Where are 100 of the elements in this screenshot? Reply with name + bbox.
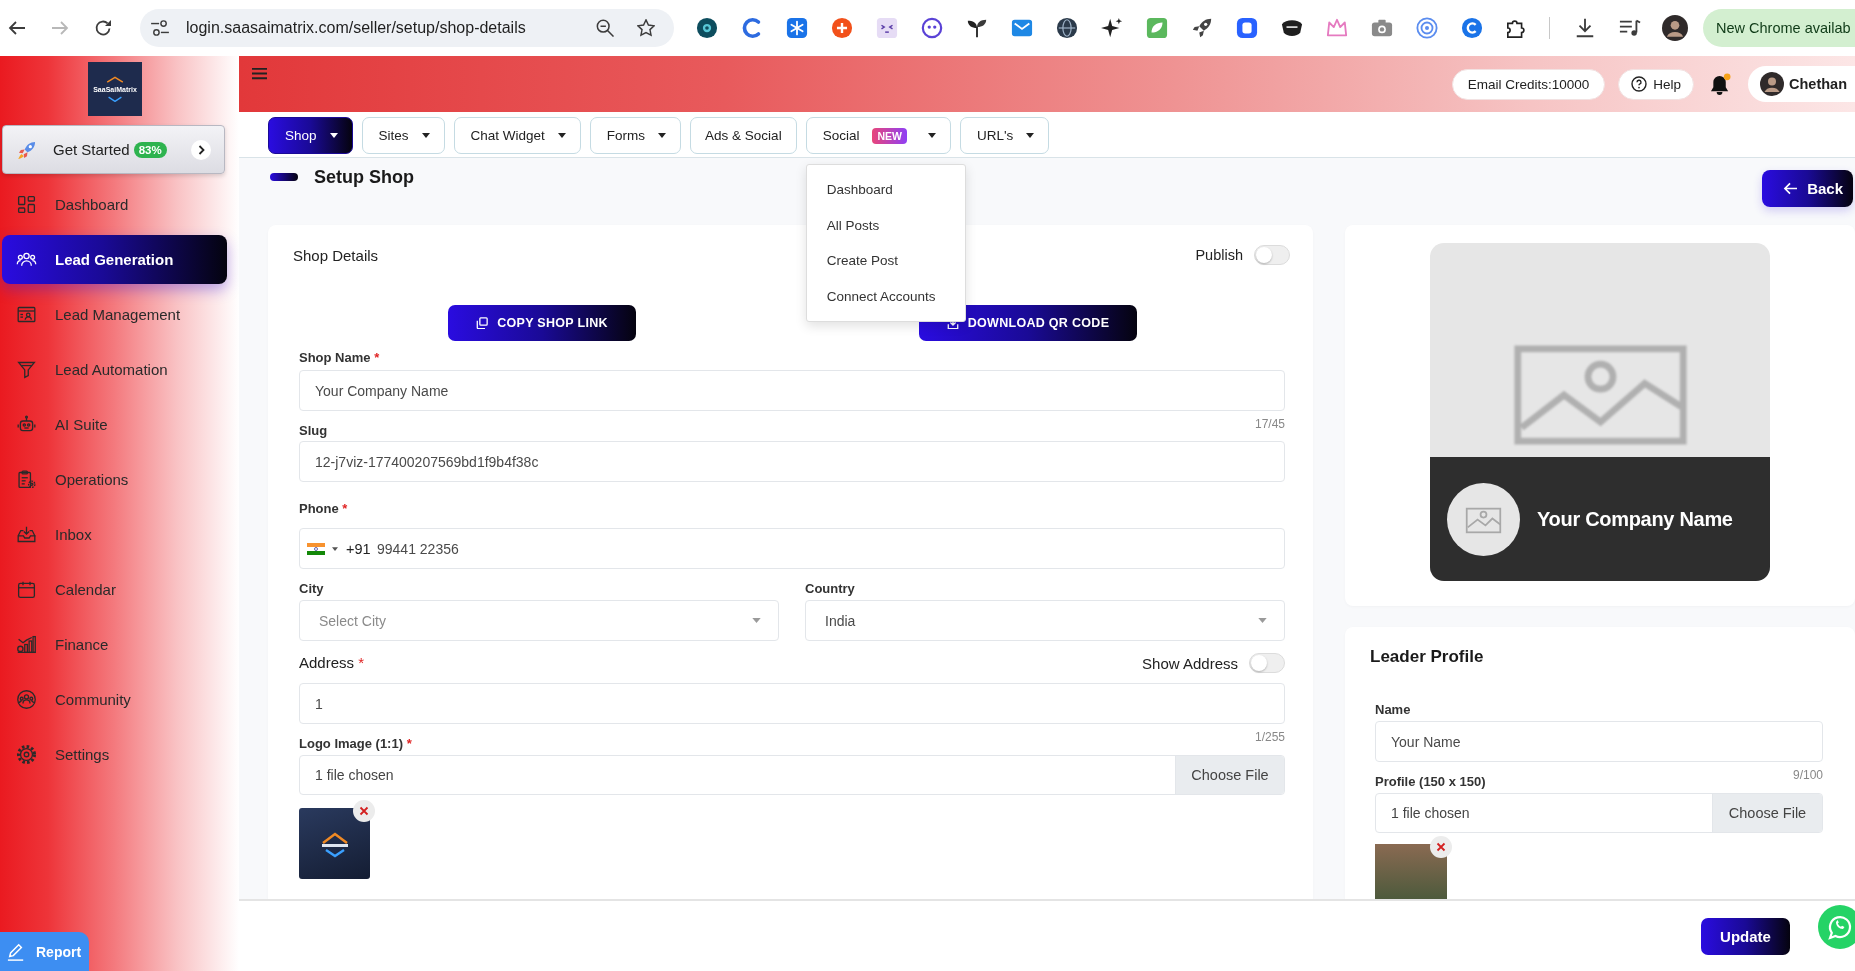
- flag-icon[interactable]: [307, 542, 325, 555]
- nav-item[interactable]: Dashboard: [2, 180, 227, 229]
- site-info-icon[interactable]: [151, 20, 169, 36]
- community-icon: [16, 689, 37, 710]
- tab[interactable]: Ads & Social: [690, 117, 797, 154]
- playlist-icon[interactable]: [1619, 17, 1641, 39]
- field-label: Phone *: [299, 501, 349, 517]
- reload-icon[interactable]: [93, 18, 113, 38]
- action-button[interactable]: COPY SHOP LINK: [448, 305, 636, 341]
- arrow-left-icon: [1783, 182, 1799, 195]
- logo-drawing: [299, 808, 370, 879]
- menu-item[interactable]: All Posts: [806, 207, 965, 243]
- menu-icon[interactable]: [252, 67, 267, 80]
- caret-icon: [329, 133, 338, 138]
- plus-icon[interactable]: [831, 17, 853, 39]
- caret-icon: [1258, 618, 1267, 623]
- user-menu-button[interactable]: Chethan: [1748, 66, 1855, 102]
- avatar-icon: [1760, 72, 1784, 96]
- address-field[interactable]: 1: [299, 683, 1285, 724]
- update-chrome-button[interactable]: New Chrome availab: [1703, 9, 1855, 47]
- roof-icon: [106, 76, 124, 83]
- crown-icon[interactable]: [1326, 17, 1348, 39]
- slug-field[interactable]: 12-j7viz-177400207569bd1f9b4f38c: [299, 441, 1285, 482]
- chevron-icon[interactable]: [191, 139, 211, 160]
- caret-icon[interactable]: [332, 546, 338, 551]
- rocket-icon[interactable]: [1191, 17, 1213, 39]
- calendar-icon: [16, 579, 37, 600]
- nav-item[interactable]: Calendar: [2, 565, 227, 614]
- company-name: Your Company Name: [1537, 507, 1733, 531]
- rocket-icon: [18, 140, 36, 159]
- tab[interactable]: Chat Widget: [453, 117, 581, 154]
- target-icon[interactable]: [1416, 17, 1438, 39]
- menu-item[interactable]: Dashboard: [806, 172, 965, 208]
- tile-icon[interactable]: [1236, 17, 1258, 39]
- progress-badge: 83%: [133, 141, 167, 158]
- sprout-icon[interactable]: [966, 17, 988, 39]
- camera-icon[interactable]: [1371, 17, 1393, 39]
- caret-icon: [927, 133, 936, 138]
- id-card-icon: [16, 304, 37, 325]
- country-select[interactable]: India: [805, 600, 1285, 641]
- ring-icon[interactable]: [1461, 17, 1483, 39]
- close-icon[interactable]: [353, 800, 375, 822]
- copy-icon: [476, 317, 489, 329]
- bowl-icon[interactable]: [1281, 17, 1303, 39]
- image-placeholder-icon: [1447, 482, 1520, 556]
- download-icon[interactable]: [1574, 17, 1596, 39]
- publish-toggle[interactable]: [1254, 245, 1290, 265]
- choose-file-button[interactable]: Choose File: [1712, 794, 1822, 832]
- update-button[interactable]: Update: [1701, 917, 1790, 955]
- char-counter: 17/45: [1254, 417, 1285, 431]
- nav-item[interactable]: Lead Automation: [2, 345, 227, 394]
- tab[interactable]: Shop: [268, 117, 353, 154]
- tab[interactable]: Social NEW: [805, 117, 951, 154]
- puzzle-icon[interactable]: [1506, 17, 1528, 39]
- back-button[interactable]: Back: [1762, 170, 1853, 207]
- show-address-toggle[interactable]: [1249, 653, 1285, 673]
- envelope-icon[interactable]: [1011, 17, 1033, 39]
- bell-icon[interactable]: [1710, 73, 1731, 95]
- globe-icon[interactable]: [1056, 17, 1078, 39]
- tab[interactable]: Sites: [361, 117, 445, 154]
- caret-icon: [1026, 133, 1035, 138]
- nav-item[interactable]: Finance: [2, 620, 227, 669]
- char-counter: 1/255: [1254, 730, 1285, 744]
- field-label: Logo Image (1:1) *: [299, 736, 412, 752]
- nav-item[interactable]: AI Suite: [2, 400, 227, 449]
- field-label: City: [299, 581, 325, 597]
- field-label: Profile (150 x 150): [1375, 774, 1486, 790]
- clipboard-icon: [16, 469, 37, 490]
- nav-item[interactable]: Community: [2, 675, 227, 724]
- file-field[interactable]: 1 file chosen Choose File: [1375, 793, 1823, 833]
- zoom-icon[interactable]: [596, 19, 614, 37]
- face-icon[interactable]: [921, 17, 943, 39]
- nav-item[interactable]: Settings: [2, 730, 227, 779]
- squint-face-icon[interactable]: [876, 17, 898, 39]
- toggle-label: Show Address: [1142, 654, 1238, 672]
- file-field[interactable]: 1 file chosen Choose File: [299, 755, 1285, 795]
- disc-icon[interactable]: [696, 17, 718, 39]
- inbox-icon: [16, 524, 37, 545]
- email-credits-button[interactable]: Email Credits:10000: [1451, 68, 1606, 100]
- name-field[interactable]: Your Name: [1375, 721, 1823, 762]
- choose-file-button[interactable]: Choose File: [1175, 756, 1284, 794]
- arc-icon[interactable]: [741, 17, 763, 39]
- get-started-card[interactable]: Get Started 83%: [2, 125, 225, 174]
- nav-item[interactable]: Inbox: [2, 510, 227, 559]
- address-bar[interactable]: login.saasaimatrix.com/seller/setup/shop-details: [140, 9, 674, 47]
- sparkle-icon[interactable]: [1101, 17, 1123, 39]
- city-select[interactable]: Select City: [299, 600, 779, 641]
- star-icon[interactable]: [637, 19, 655, 37]
- tab[interactable]: Forms: [589, 117, 682, 154]
- nav-item[interactable]: Lead Generation: [2, 235, 227, 284]
- nav-item[interactable]: Lead Management: [2, 290, 227, 339]
- tab[interactable]: URL's: [959, 117, 1050, 154]
- help-button[interactable]: Help: [1618, 68, 1694, 100]
- nav-item[interactable]: Operations: [2, 455, 227, 504]
- avatar-icon[interactable]: [1662, 15, 1688, 41]
- snowflake-icon[interactable]: [786, 17, 808, 39]
- card-title: Shop Details: [293, 246, 379, 264]
- shop-name-field[interactable]: Your Company Name: [299, 370, 1285, 411]
- funnel-icon: [16, 359, 37, 380]
- menu-item[interactable]: Create Post: [806, 243, 965, 279]
